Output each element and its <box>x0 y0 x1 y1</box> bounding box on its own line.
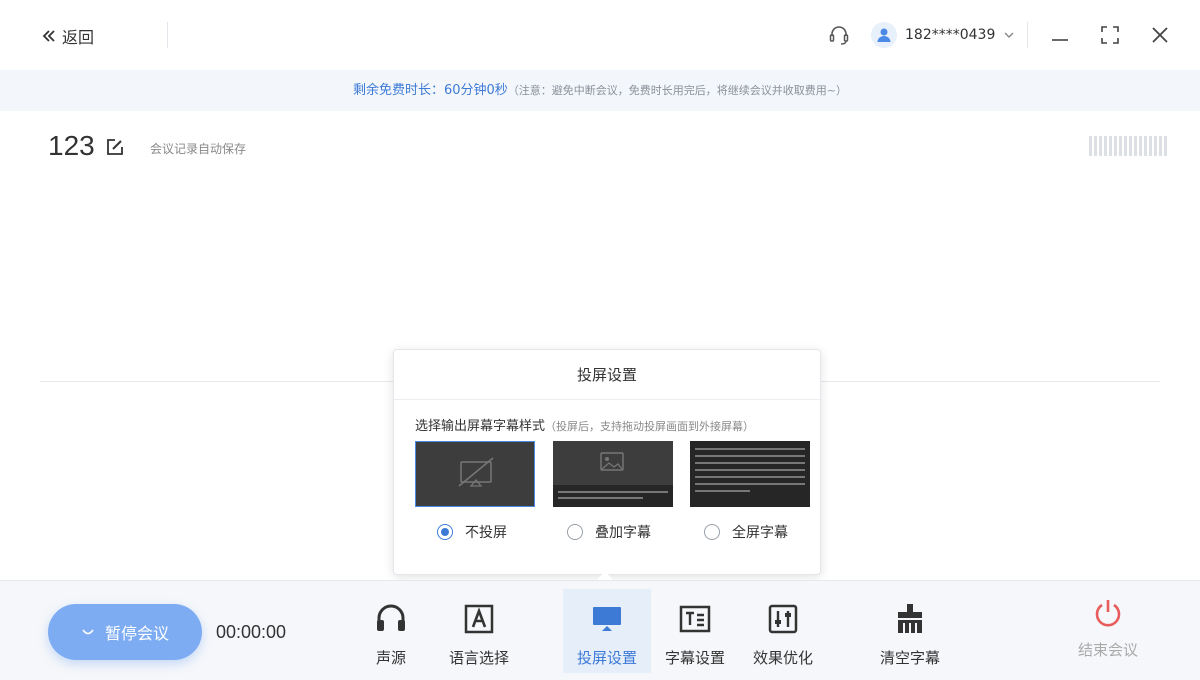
tool-screen-cast[interactable]: 投屏设置 <box>563 589 651 673</box>
pause-label: 暂停会议 <box>105 620 169 644</box>
radio-label: 全屏字幕 <box>732 522 788 542</box>
user-icon <box>876 27 892 43</box>
free-time-remaining: 剩余免费时长：60分钟0秒 <box>353 83 508 98</box>
option-no-cast-preview[interactable] <box>415 441 535 507</box>
option-fullscreen-preview[interactable] <box>690 441 810 507</box>
broom-icon <box>892 601 928 637</box>
edit-icon[interactable] <box>106 138 124 156</box>
meeting-timer: 00:00:00 <box>216 622 286 643</box>
radio-label: 不投屏 <box>465 522 507 542</box>
back-label: 返回 <box>62 24 94 48</box>
divider <box>1027 22 1028 48</box>
title-bar: 返回 182****0439 <box>0 0 1200 70</box>
headset-support-icon[interactable] <box>828 24 850 46</box>
radio-fullscreen[interactable]: 全屏字幕 <box>704 522 788 542</box>
tool-label: 投屏设置 <box>577 647 637 668</box>
bottom-toolbar: 暂停会议 00:00:00 声源 语言选择 投屏设置 字幕设置 <box>0 580 1200 680</box>
tool-audio-source[interactable]: 声源 <box>347 589 435 673</box>
pause-meeting-button[interactable]: 暂停会议 <box>48 604 202 660</box>
screen-cast-icon <box>589 601 625 637</box>
sliders-icon <box>765 601 801 637</box>
subtitle-icon <box>677 601 713 637</box>
user-phone: 182****0439 <box>905 27 995 43</box>
tool-label: 清空字幕 <box>880 647 940 668</box>
avatar <box>871 22 897 48</box>
free-time-note: （注意：避免中断会议，免费时长用完后，将继续会议并收取费用~） <box>508 84 847 97</box>
option-overlay-preview[interactable] <box>553 441 673 507</box>
chevron-down-icon <box>1003 29 1015 41</box>
autosave-note: 会议记录自动保存 <box>150 140 246 157</box>
popup-description: 选择输出屏幕字幕样式（投屏后，支持拖动投屏画面到外接屏幕） <box>415 415 754 434</box>
divider <box>167 22 168 48</box>
radio-no-cast[interactable]: 不投屏 <box>437 522 507 542</box>
tool-label: 字幕设置 <box>665 647 725 668</box>
user-menu[interactable]: 182****0439 <box>871 22 1015 48</box>
audio-level-meter <box>1089 136 1167 156</box>
end-meeting-button[interactable]: 结束会议 <box>1068 597 1148 660</box>
popup-title: 投屏设置 <box>394 350 820 400</box>
tool-effect-optimize[interactable]: 效果优化 <box>739 589 827 673</box>
tool-label: 效果优化 <box>753 647 813 668</box>
maximize-icon[interactable] <box>1100 25 1120 45</box>
no-screen-icon <box>416 442 536 506</box>
popup-hint: （投屏后，支持拖动投屏画面到外接屏幕） <box>545 420 754 433</box>
meeting-title: 123 <box>48 130 95 162</box>
close-icon[interactable] <box>1150 25 1170 45</box>
radio-selected-icon[interactable] <box>437 524 453 540</box>
minimize-icon[interactable] <box>1050 25 1070 45</box>
tool-clear-subtitles[interactable]: 清空字幕 <box>866 589 954 673</box>
headphones-icon <box>373 601 409 637</box>
language-icon <box>461 601 497 637</box>
free-time-notice: 剩余免费时长：60分钟0秒（注意：避免中断会议，免费时长用完后，将继续会议并收取… <box>0 70 1200 111</box>
tool-label: 语言选择 <box>449 647 509 668</box>
tool-label: 声源 <box>376 647 406 668</box>
double-chevron-left-icon <box>42 29 56 43</box>
back-button[interactable]: 返回 <box>42 24 94 48</box>
popup-desc-text: 选择输出屏幕字幕样式 <box>415 419 545 434</box>
radio-unselected-icon[interactable] <box>704 524 720 540</box>
radio-overlay[interactable]: 叠加字幕 <box>567 522 651 542</box>
end-label: 结束会议 <box>1078 639 1138 660</box>
tool-subtitle-settings[interactable]: 字幕设置 <box>651 589 739 673</box>
power-icon <box>1092 597 1124 629</box>
screen-cast-popup: 投屏设置 选择输出屏幕字幕样式（投屏后，支持拖动投屏画面到外接屏幕） <box>393 349 821 575</box>
smile-icon <box>81 627 95 637</box>
tool-language[interactable]: 语言选择 <box>435 589 523 673</box>
overlay-subtitle-band <box>553 485 673 507</box>
radio-unselected-icon[interactable] <box>567 524 583 540</box>
radio-label: 叠加字幕 <box>595 522 651 542</box>
